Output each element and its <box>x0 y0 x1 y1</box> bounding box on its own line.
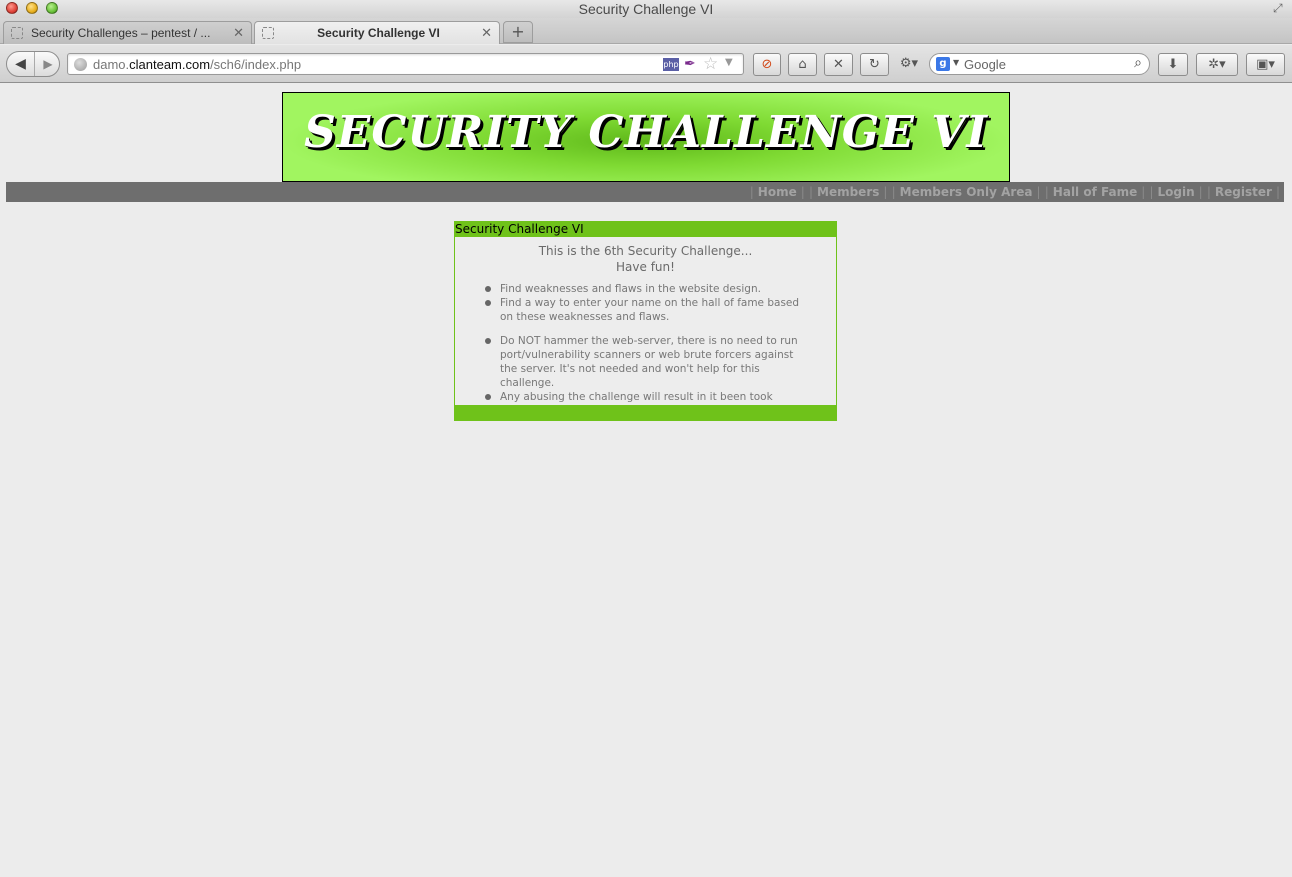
menu-hall-of-fame[interactable]: Hall of Fame <box>1053 185 1137 199</box>
reload-button[interactable]: ↻ <box>860 53 889 76</box>
new-tab-button[interactable]: + <box>503 21 533 43</box>
forward-icon[interactable]: ▶ <box>36 52 60 76</box>
navigation-toolbar: ◀ ▶ damo.clanteam.com/sch6/index.php php… <box>0 45 1292 83</box>
menu-login[interactable]: Login <box>1158 185 1195 199</box>
menu-members[interactable]: Members <box>817 185 879 199</box>
site-menu: | Home | | Members | | Members Only Area | | Ha… <box>6 182 1284 202</box>
bookmarks-icon: ▣▾ <box>1256 57 1275 72</box>
url-subdomain: damo. <box>93 57 130 72</box>
rules-list: Find weaknesses and flaws in the website… <box>455 282 836 418</box>
window-title: Security Challenge VI <box>578 1 714 17</box>
quill-icon[interactable]: ✒ <box>684 56 696 72</box>
window-titlebar: Security Challenge VI ⤢ <box>0 0 1292 18</box>
bookmarks-button[interactable]: ▣▾ <box>1246 53 1285 76</box>
close-tab-icon[interactable]: ✕ <box>233 25 244 41</box>
bookmark-star-icon[interactable]: ☆ <box>703 54 718 74</box>
list-item: Find a way to enter your name on the hal… <box>455 296 836 324</box>
google-icon[interactable]: g <box>936 57 950 71</box>
tools-icon: ✲▾ <box>1208 57 1226 72</box>
stop-button[interactable]: ✕ <box>824 53 853 76</box>
block-icon: ⊘ <box>761 57 773 72</box>
box-title: Security Challenge VI <box>455 222 836 237</box>
back-icon[interactable]: ◀ <box>7 52 35 76</box>
site-banner: SECURITY CHALLENGE VI <box>282 92 1010 182</box>
url-text[interactable]: damo.clanteam.com/sch6/index.php <box>93 57 301 72</box>
download-button[interactable]: ⬇ <box>1158 53 1188 76</box>
tab-security-challenge-vi[interactable]: Security Challenge VI ✕ <box>254 21 500 44</box>
addon-button[interactable]: ⚙▾ <box>895 53 923 76</box>
menu-home[interactable]: Home <box>758 185 797 199</box>
search-icon[interactable]: ⌕ <box>1134 55 1142 71</box>
tab-security-challenges[interactable]: Security Challenges – pentest / ... ✕ <box>3 21 252 44</box>
box-footer <box>455 405 836 420</box>
page-placeholder-icon <box>11 27 23 39</box>
engine-dropdown-icon[interactable]: ▼ <box>953 58 959 67</box>
intro-line-2: Have fun! <box>616 260 675 274</box>
url-bar[interactable]: damo.clanteam.com/sch6/index.php php ✒ ☆… <box>67 53 744 75</box>
url-path: /sch6/index.php <box>210 57 302 72</box>
home-button[interactable]: ⌂ <box>788 53 817 76</box>
challenge-box: Security Challenge VI This is the 6th Se… <box>454 221 837 421</box>
list-item: Find weaknesses and flaws in the website… <box>455 282 836 296</box>
banner-title: SECURITY CHALLENGE VI <box>304 107 988 158</box>
list-item: Do NOT hammer the web-server, there is n… <box>455 334 836 390</box>
close-tab-icon[interactable]: ✕ <box>481 25 492 41</box>
menu-register[interactable]: Register <box>1215 185 1272 199</box>
stop-icon: ✕ <box>833 57 844 72</box>
page-placeholder-icon <box>262 27 274 39</box>
back-forward-group: ◀ ▶ <box>6 51 60 77</box>
reload-icon: ↻ <box>869 57 880 72</box>
php-icon[interactable]: php <box>663 58 679 71</box>
fullscreen-icon[interactable]: ⤢ <box>1273 2 1286 15</box>
intro-line-1: This is the 6th Security Challenge... <box>538 244 753 258</box>
addon-icon: ⚙▾ <box>899 56 919 71</box>
tab-label: Security Challenges – pentest / ... <box>31 26 211 40</box>
search-box[interactable]: g ▼ ⌕ <box>929 53 1150 75</box>
history-dropdown-icon[interactable]: ▼ <box>725 57 733 68</box>
url-domain: clanteam.com <box>129 57 211 72</box>
tab-bar: Security Challenges – pentest / ... ✕ Se… <box>0 18 1292 44</box>
tools-button[interactable]: ✲▾ <box>1196 53 1238 76</box>
search-input[interactable] <box>964 56 1124 72</box>
tab-label: Security Challenge VI <box>317 26 440 40</box>
download-icon: ⬇ <box>1167 57 1179 72</box>
home-icon: ⌂ <box>798 57 807 72</box>
intro-text: This is the 6th Security Challenge... Ha… <box>455 243 836 275</box>
globe-icon <box>74 58 87 71</box>
menu-members-only-area[interactable]: Members Only Area <box>900 185 1033 199</box>
block-button[interactable]: ⊘ <box>753 53 781 76</box>
